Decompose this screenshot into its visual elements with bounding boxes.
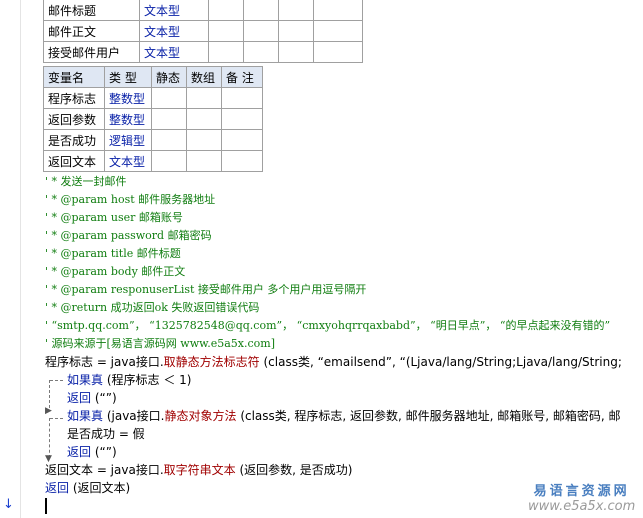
var-type: 文本型 (104, 150, 152, 172)
header-array: 数组 (186, 66, 222, 88)
flow-arrow-icon: ▶ (45, 406, 52, 416)
table-header-row: 变量名 类 型 静态 数组 备 注 (43, 66, 263, 88)
code-comment[interactable]: ' * 发送一封邮件 (45, 173, 127, 191)
code-line[interactable]: 如果真 (java接口.静态对象方法 (class类, 程序标志, 返回参数, … (67, 407, 621, 425)
header-type: 类 型 (104, 66, 152, 88)
code-comment[interactable]: ' “smtp.qq.com”， “1325782548@qq.com”， “c… (45, 317, 610, 335)
header-static: 静态 (151, 66, 187, 88)
flow-guide-line (49, 418, 50, 458)
param-type: 文本型 (139, 20, 209, 42)
watermark-title: 易语言资源网 (533, 484, 630, 499)
flow-guide-line (49, 380, 50, 408)
code-line[interactable]: 返回 (“”) (67, 389, 117, 407)
param-type: 文本型 (139, 0, 209, 21)
var-name: 返回参数 (43, 108, 105, 130)
var-name: 返回文本 (43, 150, 105, 172)
param-name: 邮件标题 (43, 0, 140, 21)
watermark: 易语言资源网 www.e5a5x.com (528, 480, 635, 514)
param-type: 文本型 (139, 41, 209, 63)
current-line-arrow-icon: ↓ (3, 497, 14, 512)
line-gutter: ↓ (0, 0, 21, 518)
var-type: 逻辑型 (104, 129, 152, 151)
code-line[interactable]: 返回 (返回文本) (45, 479, 130, 497)
code-comment[interactable]: ' 源码来源于[易语言源码网 www.e5a5x.com] (45, 335, 275, 353)
table-row[interactable]: 返回参数 整数型 (43, 108, 263, 130)
code-comment[interactable]: ' * @param host 邮件服务器地址 (45, 191, 215, 209)
code-line[interactable]: 如果真 (程序标志 ＜ 1) (67, 371, 191, 389)
watermark-url: www.e5a5x.com (528, 499, 636, 514)
table-row[interactable]: 程序标志 整数型 (43, 87, 263, 109)
parameter-table: 邮件标题 文本型 邮件正文 文本型 接受邮件用户 文本型 (43, 0, 363, 63)
code-line[interactable]: 返回 (“”) (67, 443, 117, 461)
code-line[interactable]: 返回文本 = java接口.取字符串文本 (返回参数, 是否成功) (45, 461, 352, 479)
code-comment[interactable]: ' * @param user 邮箱账号 (45, 209, 183, 227)
table-row[interactable]: 邮件标题 文本型 (43, 0, 363, 21)
code-line[interactable]: 是否成功 = 假 (67, 425, 145, 443)
flow-guide-line (50, 418, 63, 419)
table-row[interactable]: 返回文本 文本型 (43, 150, 263, 172)
header-name: 变量名 (43, 66, 105, 88)
code-comment[interactable]: ' * @param title 邮件标题 (45, 245, 181, 263)
code-comment[interactable]: ' * @param body 邮件正文 (45, 263, 185, 281)
table-row[interactable]: 接受邮件用户 文本型 (43, 41, 363, 63)
var-type: 整数型 (104, 87, 152, 109)
variable-table: 变量名 类 型 静态 数组 备 注 程序标志 整数型 返回参数 整数型 是否成功… (43, 66, 263, 172)
param-name: 接受邮件用户 (43, 41, 140, 63)
table-row[interactable]: 邮件正文 文本型 (43, 20, 363, 42)
code-comment[interactable]: ' * @param responuserList 接受邮件用户 多个用户用逗号… (45, 281, 366, 299)
var-type: 整数型 (104, 108, 152, 130)
code-comment[interactable]: ' * @return 成功返回ok 失败返回错误代码 (45, 299, 259, 317)
param-name: 邮件正文 (43, 20, 140, 42)
var-name: 程序标志 (43, 87, 105, 109)
code-line[interactable]: 程序标志 = java接口.取静态方法标志符 (class类, “emailse… (45, 353, 622, 371)
table-row[interactable]: 是否成功 逻辑型 (43, 129, 263, 151)
text-cursor (45, 498, 47, 514)
header-note: 备 注 (221, 66, 263, 88)
flow-guide-line (50, 380, 63, 381)
var-name: 是否成功 (43, 129, 105, 151)
code-comment[interactable]: ' * @param password 邮箱密码 (45, 227, 212, 245)
